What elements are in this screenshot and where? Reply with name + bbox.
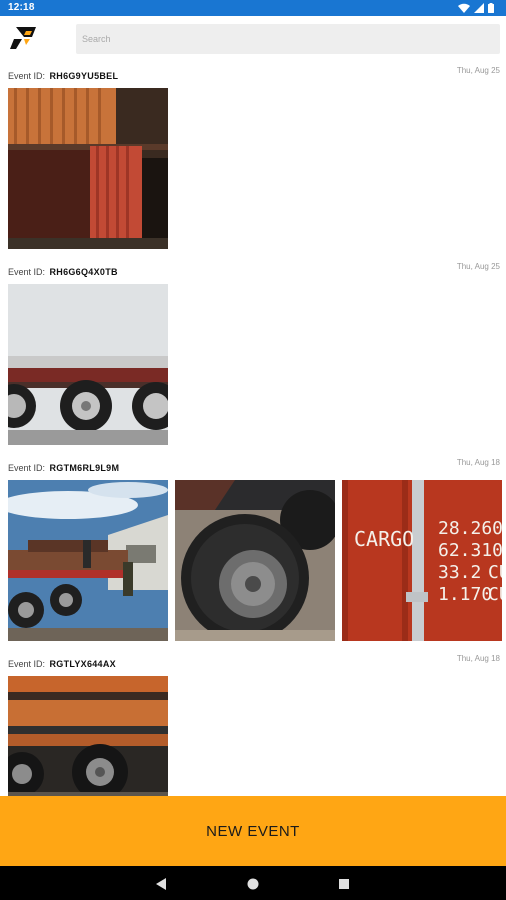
shipping-container-photo[interactable] (8, 88, 168, 249)
event-id-label: Event ID: (8, 463, 46, 473)
event-id: RH6G6Q4X0TB (49, 267, 118, 277)
event-date: Thu, Aug 25 (456, 262, 500, 271)
event-id-label: Event ID: (8, 659, 46, 669)
status-icons (458, 3, 494, 13)
event-header: Event ID: RGTLYX644AX Thu, Aug 18 (8, 654, 500, 669)
event-id-label: Event ID: (8, 267, 46, 277)
wifi-icon (458, 3, 470, 13)
event-id: RGTLYX644AX (49, 659, 116, 669)
status-time: 12:18 (8, 2, 35, 13)
event-date: Thu, Aug 25 (456, 66, 500, 75)
event-header: Event ID: RH6G6Q4X0TB Thu, Aug 25 (8, 262, 500, 277)
cargo-container-photo[interactable]: CARGO 28.260 62.310 33.2 1.170 CU CU (342, 480, 502, 641)
back-icon[interactable] (155, 877, 167, 895)
app-header (0, 16, 506, 62)
cargo-unit-2: CU (488, 584, 502, 605)
trailer-wheels-photo[interactable] (8, 284, 168, 445)
event-header: Event ID: RGTM6RL9L9M Thu, Aug 18 (8, 458, 500, 473)
flatbed-truck-photo[interactable] (8, 480, 168, 641)
tire-closeup-photo[interactable] (175, 480, 335, 641)
app-logo[interactable] (10, 25, 40, 51)
screen: 12:18 Even (0, 0, 506, 900)
event-id-label: Event ID: (8, 71, 46, 81)
nav-bar (0, 866, 506, 900)
cargo-number-4: 1.170 (438, 584, 492, 605)
status-bar: 12:18 (0, 0, 506, 16)
cargo-label: CARGO (354, 527, 414, 551)
new-event-button[interactable]: NEW EVENT (0, 796, 506, 866)
event-header: Event ID: RH6G9YU5BEL Thu, Aug 25 (8, 66, 500, 81)
cargo-unit-1: CU (488, 562, 502, 583)
event-id: RH6G9YU5BEL (49, 71, 119, 81)
event-photos (8, 676, 168, 796)
event-id: RGTM6RL9L9M (49, 463, 120, 473)
event-photos (8, 88, 168, 249)
signal-icon (474, 3, 484, 13)
event-date: Thu, Aug 18 (456, 458, 500, 467)
event-photos (8, 284, 168, 445)
cargo-number-2: 62.310 (438, 540, 502, 561)
event-photos: CARGO 28.260 62.310 33.2 1.170 CU CU (8, 480, 502, 641)
home-icon[interactable] (247, 877, 259, 895)
orange-trailer-photo[interactable] (8, 676, 168, 796)
cargo-number-3: 33.2 (438, 562, 481, 583)
cargo-number-1: 28.260 (438, 518, 502, 539)
search-input[interactable] (76, 24, 500, 54)
event-date: Thu, Aug 18 (456, 654, 500, 663)
recents-icon[interactable] (338, 877, 350, 895)
battery-icon (488, 3, 494, 13)
event-list[interactable]: Event ID: RH6G9YU5BEL Thu, Aug 25 Event … (0, 62, 506, 796)
